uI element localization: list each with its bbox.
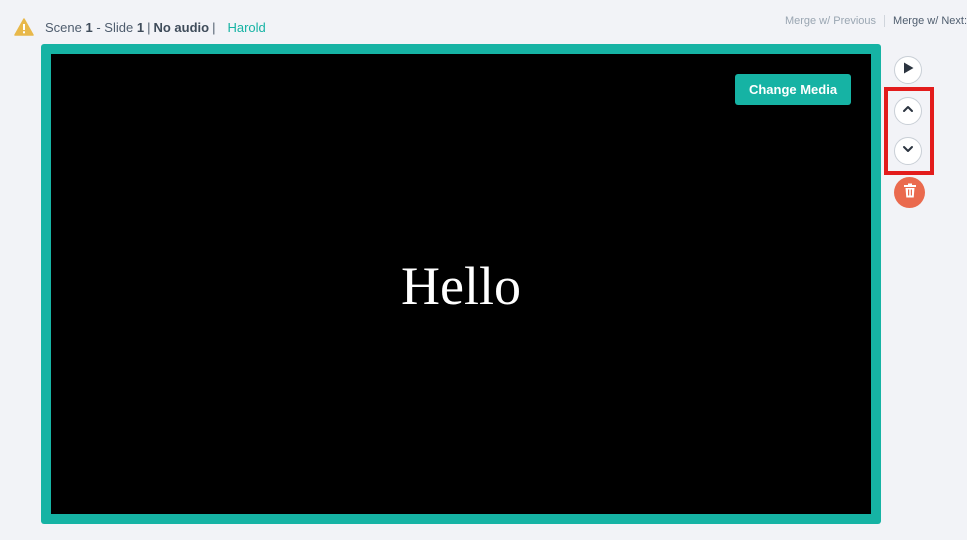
trash-icon [903, 183, 917, 203]
delete-slide-button[interactable] [894, 177, 925, 208]
voice-name-link[interactable]: Harold [227, 20, 265, 35]
chevron-up-icon [901, 102, 915, 121]
dash-separator: - [92, 19, 105, 35]
merge-divider [884, 15, 886, 27]
change-media-button[interactable]: Change Media [735, 74, 851, 105]
slide-header: Scene 1 - Slide 1 | No audio | Harold [14, 16, 266, 38]
scene-number: 1 [85, 19, 93, 35]
play-icon [901, 61, 915, 80]
chevron-down-icon [901, 142, 915, 161]
merge-previous-link[interactable]: Merge w/ Previous [785, 15, 876, 27]
move-down-button[interactable] [894, 137, 922, 165]
warning-icon [14, 18, 34, 36]
audio-status: No audio [153, 19, 210, 35]
slide-editor: Scene 1 - Slide 1 | No audio | Harold Merge… [0, 0, 967, 540]
slide-label: Slide [104, 19, 134, 35]
merge-controls: Merge w/ Previous Merge w/ Next: [785, 15, 967, 27]
slide-frame[interactable]: Change Media Hello [41, 44, 881, 524]
scene-label: Scene [45, 19, 82, 35]
play-button[interactable] [894, 56, 922, 84]
slide-canvas[interactable]: Change Media Hello [51, 54, 871, 514]
slide-text: Hello [401, 256, 521, 316]
move-up-button[interactable] [894, 97, 922, 125]
merge-next-link[interactable]: Merge w/ Next: [893, 15, 967, 27]
separator: | [147, 19, 151, 35]
separator: | [212, 19, 216, 35]
slide-number: 1 [136, 19, 145, 35]
